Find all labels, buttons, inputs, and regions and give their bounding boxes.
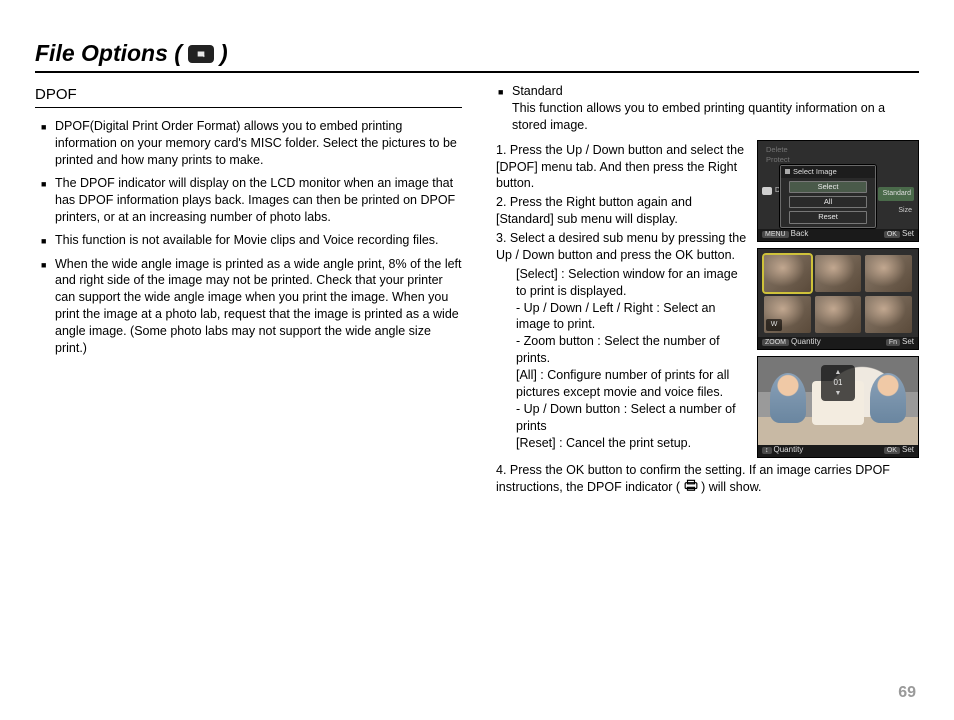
zoom-badge: W	[766, 319, 782, 331]
step-3-all-sub: - Up / Down button : Select a number of …	[516, 401, 747, 435]
label-quantity: Quantity	[774, 446, 804, 455]
popup-opt-all[interactable]: All	[789, 196, 867, 208]
screenshot-menu: Delete Protect DPOF Select Image Select …	[757, 140, 919, 242]
key-zoom: ZOOM	[762, 339, 789, 347]
label-set: Set	[902, 230, 914, 239]
step-4b: ) will show.	[701, 480, 761, 494]
chevron-down-icon[interactable]: ▼	[835, 390, 842, 397]
standard-title: Standard	[512, 84, 563, 98]
file-options-icon	[188, 45, 214, 63]
standard-heading: ■ Standard This function allows you to e…	[498, 83, 919, 134]
bullet-item: ■ This function is not available for Mov…	[41, 232, 462, 250]
key-ok: OK	[884, 447, 900, 455]
bullet-marker: ■	[41, 175, 49, 226]
step-1: 1. Press the Up / Down button and select…	[496, 142, 747, 193]
left-column: DPOF ■ DPOF(Digital Print Order Format) …	[35, 83, 462, 498]
popup-title: Select Image	[793, 168, 837, 176]
label-set: Set	[902, 446, 914, 455]
thumbnail[interactable]	[865, 255, 912, 292]
key-fn: Fn	[886, 339, 900, 347]
bullet-item: ■ When the wide angle image is printed a…	[41, 256, 462, 357]
bullet-marker: ■	[41, 256, 49, 357]
select-image-popup: Select Image Select All Reset	[780, 165, 876, 228]
step-3-select: [Select] : Selection window for an image…	[516, 266, 747, 300]
thumbnail-selected[interactable]	[764, 255, 811, 292]
key-updown: ↕	[762, 447, 772, 455]
right-sub-size: Size	[898, 207, 912, 215]
bullet-marker: ■	[41, 232, 49, 250]
right-chip-standard: Standard	[878, 187, 914, 201]
label-set: Set	[902, 338, 914, 347]
bullet-text: This function is not available for Movie…	[55, 232, 462, 250]
menu-protect: Protect	[762, 155, 914, 165]
quantity-stepper[interactable]: ▲ 01 ▼	[821, 365, 855, 402]
screenshots-column: Delete Protect DPOF Select Image Select …	[757, 140, 919, 458]
section-heading-dpof: DPOF	[35, 85, 462, 108]
thumbnail[interactable]	[815, 255, 862, 292]
bullet-item: ■ DPOF(Digital Print Order Format) allow…	[41, 118, 462, 169]
bullet-item: ■ The DPOF indicator will display on the…	[41, 175, 462, 226]
title-prefix: File Options (	[35, 40, 182, 67]
bullet-text: DPOF(Digital Print Order Format) allows …	[55, 118, 462, 169]
steps-text: 1. Press the Up / Down button and select…	[492, 140, 747, 458]
screenshot-thumbnails: W ZOOMQuantity FnSet	[757, 248, 919, 350]
step-3-reset: [Reset] : Cancel the print setup.	[516, 435, 747, 452]
thumbnail[interactable]	[865, 296, 912, 333]
bullet-text: The DPOF indicator will display on the L…	[55, 175, 462, 226]
screenshot-quantity: ▲ 01 ▼ ↕Quantity OKSet	[757, 356, 919, 458]
chevron-up-icon[interactable]: ▲	[835, 369, 842, 376]
step-3-zoom: - Zoom button : Select the number of pri…	[516, 333, 747, 367]
label-back: Back	[791, 230, 809, 239]
standard-intro: This function allows you to embed printi…	[512, 101, 885, 132]
bullet-text: When the wide angle image is printed as …	[55, 256, 462, 357]
title-suffix: )	[220, 40, 228, 67]
page-number: 69	[898, 684, 916, 702]
thumbnail[interactable]	[815, 296, 862, 333]
popup-opt-select[interactable]: Select	[789, 181, 867, 193]
step-4: 4. Press the OK button to confirm the se…	[496, 462, 919, 496]
dpof-indicator-icon	[684, 479, 698, 496]
tab-icon	[762, 187, 772, 195]
popup-opt-reset[interactable]: Reset	[789, 211, 867, 223]
step-2: 2. Press the Right button again and [Sta…	[496, 194, 747, 228]
bullet-marker: ■	[498, 83, 506, 134]
right-column: ■ Standard This function allows you to e…	[492, 83, 919, 498]
quantity-value: 01	[834, 379, 843, 388]
step-3-select-sub: - Up / Down / Left / Right : Select an i…	[516, 300, 747, 334]
key-ok: OK	[884, 231, 900, 239]
page-title: File Options ( )	[35, 40, 919, 73]
key-menu: MENU	[762, 231, 789, 239]
step-3-all: [All] : Configure number of prints for a…	[516, 367, 747, 401]
label-quantity: Quantity	[791, 338, 821, 347]
bullet-marker: ■	[41, 118, 49, 169]
menu-delete: Delete	[762, 145, 914, 155]
step-3: 3. Select a desired sub menu by pressing…	[496, 230, 747, 264]
